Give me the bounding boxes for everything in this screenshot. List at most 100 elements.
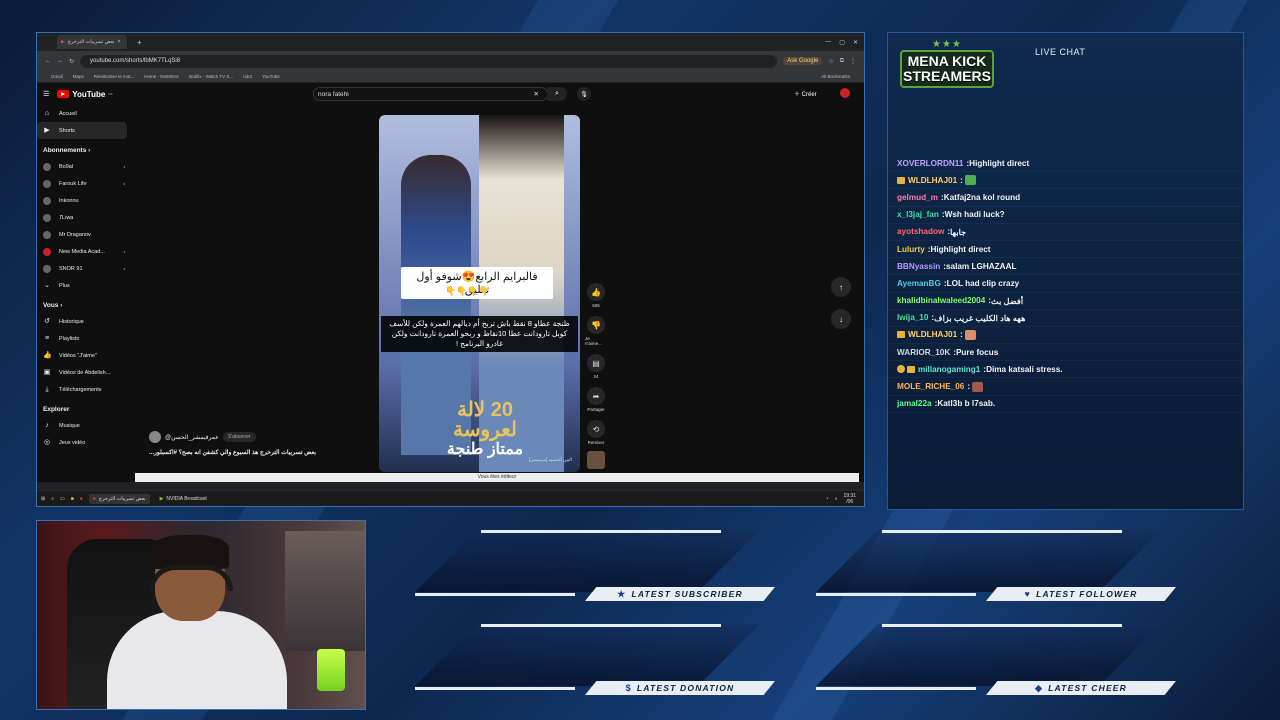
minimize-icon[interactable]: —: [825, 39, 831, 46]
volume-icon[interactable]: ◖: [834, 496, 837, 502]
bookmark[interactable]: Réinitialiser le mot...: [94, 74, 135, 79]
subscribe-button[interactable]: S'abonner: [222, 432, 256, 442]
bookmark[interactable]: Brafilx - Watch TV S...: [189, 74, 233, 79]
chat-username[interactable]: WARIOR_10K: [897, 348, 950, 357]
search-button[interactable]: ⌕: [547, 87, 567, 101]
chat-username[interactable]: BBNyassin: [897, 262, 940, 271]
avatar[interactable]: [840, 88, 850, 98]
sidebar-item-label: Historique: [59, 318, 84, 325]
sidebar-item-playlists[interactable]: ≡ Playlists: [37, 330, 133, 347]
chat-username[interactable]: jamal22a: [897, 399, 932, 408]
forward-icon[interactable]: →: [57, 58, 63, 64]
sidebar-item-shorts[interactable]: ▶ Shorts: [37, 122, 127, 139]
sidebar-sub[interactable]: New Media Acad... •: [37, 243, 133, 260]
bookmark[interactable]: Maps: [73, 74, 84, 79]
panel-bg: [816, 530, 1161, 592]
crown-icon: [897, 331, 905, 339]
taskview-icon[interactable]: ▭: [60, 496, 65, 502]
like-button[interactable]: 👍: [587, 283, 605, 301]
previous-short-button[interactable]: ↑: [831, 277, 851, 297]
chat-username[interactable]: Lulurty: [897, 245, 925, 254]
search-icon[interactable]: ⌕: [51, 496, 54, 502]
chat-username[interactable]: MOLE_RICHE_06: [897, 382, 964, 391]
share-button[interactable]: ➦: [587, 387, 605, 405]
clock[interactable]: 19:31/06: [843, 493, 856, 505]
back-icon[interactable]: ←: [45, 58, 51, 64]
chrome-icon[interactable]: ●: [80, 496, 83, 502]
sidebar-item-music[interactable]: ♪ Musique: [37, 417, 133, 434]
chrome-icon: ●: [92, 495, 96, 502]
sound-thumbnail[interactable]: [587, 451, 605, 469]
chat-message: Lulurty: Highlight direct: [888, 241, 1243, 259]
sidebar-more[interactable]: ⌄ Plus: [37, 277, 133, 294]
sidebar-item-your-videos[interactable]: ▣ Vidéos de Abdelish...: [37, 364, 133, 381]
sidebar-item-accueil[interactable]: ⌂ Accueil: [37, 105, 133, 122]
chat-username[interactable]: gelmud_m: [897, 193, 938, 202]
emote-icon: [964, 175, 976, 186]
close-window-icon[interactable]: ✕: [853, 39, 858, 46]
extensions-icon[interactable]: ⧉: [840, 58, 844, 65]
short-video[interactable]: فالبرايم الرابع😍شوفو أول تعليق 👇👇👇👇 طنجة…: [379, 115, 580, 472]
sidebar-item-label: Bo9al: [59, 163, 74, 170]
youtube-logo[interactable]: YouTube MA: [57, 90, 113, 99]
panel-label: ◆ LATEST CHEER: [986, 681, 1176, 695]
chat-username[interactable]: khalidbinalwaleed2004: [897, 296, 985, 305]
ask-google-button[interactable]: Ask Google: [783, 57, 823, 65]
you-header[interactable]: Vous ›: [37, 294, 133, 313]
clock-date: /06: [846, 498, 854, 505]
chat-username[interactable]: ayotshadow: [897, 227, 944, 236]
chat-username[interactable]: WLDLHAJ01: [908, 330, 957, 339]
close-icon[interactable]: ×: [118, 39, 121, 45]
short-actions: 👍 505 👎 Je n'aime... ▤ 24 ➦ Partager ⟲ R…: [585, 283, 607, 469]
subs-header[interactable]: Abonnements ›: [37, 139, 133, 158]
maximize-icon[interactable]: ▢: [839, 39, 845, 46]
taskbar-app[interactable]: ▶ NVIDIA Broadcast: [156, 494, 211, 504]
wifi-icon[interactable]: ◔: [825, 496, 828, 502]
sidebar-item-liked[interactable]: 👍 Vidéos "J'aime": [37, 347, 133, 364]
reload-icon[interactable]: ↻: [69, 58, 74, 65]
all-bookmarks[interactable]: All Bookmarks: [821, 74, 850, 79]
chat-username[interactable]: XOVERLORDN11: [897, 159, 963, 168]
bookmark[interactable]: Home - NetMirror: [144, 74, 179, 79]
folder-icon[interactable]: ■: [71, 496, 74, 502]
badge-icon: [897, 365, 905, 374]
comments-button[interactable]: ▤: [587, 354, 605, 372]
channel-avatar[interactable]: [149, 431, 161, 443]
bookmark[interactable]: YouTube: [262, 74, 280, 79]
sidebar-sub[interactable]: 7Liwa: [37, 209, 133, 226]
channel-name[interactable]: @عمرقيمشر_الحسن: [165, 434, 219, 441]
sidebar-sub[interactable]: Mr Draganov: [37, 226, 133, 243]
chat-separator: :: [967, 382, 971, 392]
bookmark[interactable]: ridr2: [243, 74, 252, 79]
windows-icon[interactable]: ⊞: [41, 496, 45, 502]
browser-tab[interactable]: ▶ بعض تسريبات الترخرج ×: [57, 35, 127, 49]
chat-username[interactable]: lwija_10: [897, 313, 928, 322]
remix-button[interactable]: ⟲: [587, 420, 605, 438]
hamburger-icon[interactable]: ☰: [43, 90, 49, 98]
chat-username[interactable]: WLDLHAJ01: [908, 176, 957, 185]
bookmark[interactable]: Gmail: [51, 74, 63, 79]
sidebar-sub[interactable]: Bo9al •: [37, 158, 133, 175]
sidebar-item-downloads[interactable]: ⤓ Téléchargements: [37, 381, 133, 398]
dislike-button[interactable]: 👎: [587, 316, 605, 334]
chat-username[interactable]: millanogaming1: [918, 365, 980, 374]
clear-icon[interactable]: ✕: [534, 90, 539, 98]
search-input[interactable]: nora fatehi ✕: [313, 87, 548, 101]
mic-button[interactable]: 🎙: [577, 87, 591, 101]
url-field[interactable]: youtube.com/shorts/lbMK7TLqSi8: [80, 54, 778, 68]
taskbar-app[interactable]: ● بعض تسريبات الترخرج: [88, 493, 150, 504]
sidebar-sub[interactable]: SNOR 91 •: [37, 260, 133, 277]
create-button[interactable]: ＋ Créer: [794, 89, 817, 98]
sidebar-item-gaming[interactable]: ◎ Jeux vidéo: [37, 434, 133, 451]
sidebar-sub[interactable]: Farouk Life •: [37, 175, 133, 192]
next-short-button[interactable]: ↓: [831, 309, 851, 329]
sidebar-sub[interactable]: Inkonnu: [37, 192, 133, 209]
new-tab-icon[interactable]: +: [137, 38, 142, 47]
chat-username[interactable]: AyemanBG: [897, 279, 941, 288]
chat-username[interactable]: x_l3jaj_fan: [897, 210, 939, 219]
panel-bg: [415, 624, 760, 686]
star-icon[interactable]: ☆: [828, 58, 833, 65]
logo-text: YouTube: [72, 89, 106, 99]
sidebar-item-history[interactable]: ↺ Historique: [37, 313, 133, 330]
menu-icon[interactable]: ⋮: [850, 58, 856, 65]
